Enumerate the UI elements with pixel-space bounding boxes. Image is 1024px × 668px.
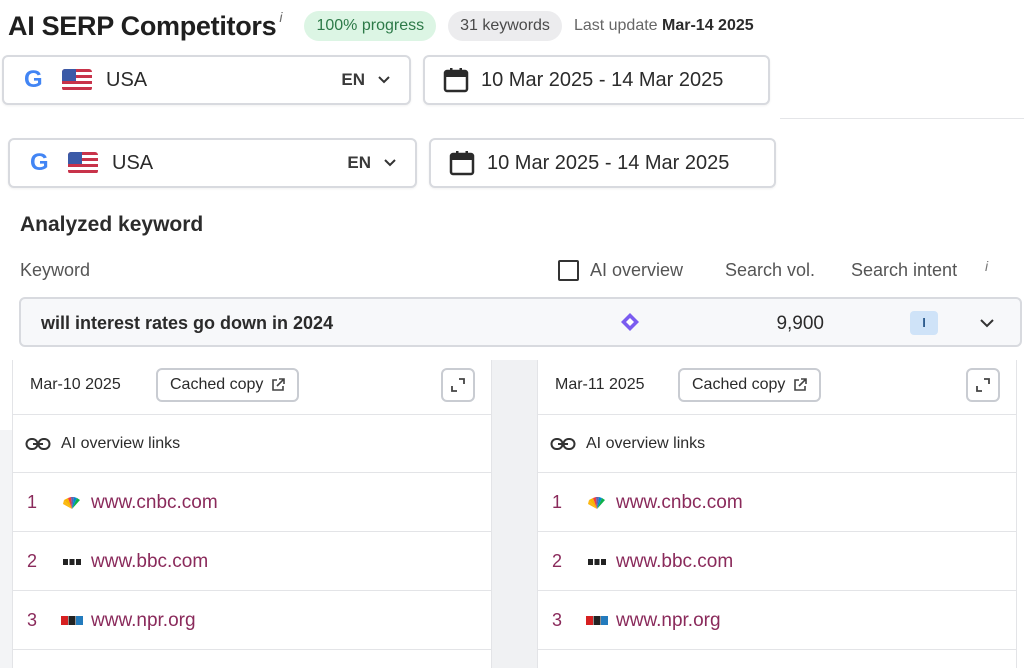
ai-overview-links-label: AI overview links: [586, 435, 706, 452]
external-link-icon: [272, 378, 286, 391]
column-header-search-intent[interactable]: Search intent: [851, 260, 957, 281]
panel-header: Mar-10 2025 Cached copy: [13, 360, 491, 415]
domain-link[interactable]: www.cnbc.com: [616, 492, 743, 514]
page-title: AI SERP Competitors: [8, 10, 277, 41]
domain-link[interactable]: www.npr.org: [91, 610, 196, 632]
domain-link[interactable]: www.bbc.com: [91, 551, 208, 573]
ai-overview-links-label: AI overview links: [61, 435, 181, 452]
country-language-select[interactable]: G USA EN: [2, 55, 411, 105]
divider: [780, 118, 1024, 119]
intent-badge: I: [910, 311, 938, 335]
ai-overview-icon: [621, 313, 639, 331]
rank-number: 2: [27, 551, 38, 571]
date-range-picker[interactable]: 10 Mar 2025 - 14 Mar 2025: [429, 138, 776, 188]
rank-number: 3: [552, 610, 563, 630]
rank-number: 1: [552, 492, 563, 512]
panel-header: Mar-11 2025 Cached copy: [538, 360, 1016, 415]
cnbc-peacock-icon: [61, 495, 83, 511]
date-range-picker[interactable]: 10 Mar 2025 - 14 Mar 2025: [423, 55, 770, 105]
serp-panel: Mar-11 2025 Cached copy AI overview link…: [537, 360, 1017, 668]
rank-number: 1: [27, 492, 38, 512]
domain-link[interactable]: www.npr.org: [616, 610, 721, 632]
country-language-select[interactable]: G USA EN: [8, 138, 417, 188]
keyword-row[interactable]: will interest rates go down in 2024 9,90…: [19, 297, 1022, 347]
date-range-label: 10 Mar 2025 - 14 Mar 2025: [487, 151, 730, 174]
domain-link[interactable]: www.cnbc.com: [91, 492, 218, 514]
keyword-text: will interest rates go down in 2024: [41, 313, 334, 333]
usa-flag-icon: [68, 152, 98, 174]
panel-date: Mar-10 2025: [30, 376, 121, 393]
last-update-value: Mar-14 2025: [662, 17, 754, 34]
last-update-label: Last update: [573, 17, 658, 34]
panel-date: Mar-11 2025: [555, 376, 645, 393]
date-range-label: 10 Mar 2025 - 14 Mar 2025: [481, 68, 724, 91]
rank-number: 2: [552, 551, 563, 571]
bbc-blocks-icon: [586, 554, 608, 570]
language-label: EN: [341, 70, 365, 89]
page-header: AI SERP Competitors i 100% progress 31 k…: [8, 8, 754, 44]
list-item: 1 www.cnbc.com: [13, 474, 491, 532]
info-icon[interactable]: i: [985, 258, 988, 274]
google-icon: G: [30, 149, 49, 176]
npr-blocks-icon: [586, 613, 608, 629]
cached-copy-label: Cached copy: [692, 376, 786, 393]
cnbc-peacock-icon: [586, 495, 608, 511]
domain-link[interactable]: www.bbc.com: [616, 551, 733, 573]
section-title: Analyzed keyword: [20, 213, 204, 236]
npr-blocks-icon: [61, 613, 83, 629]
google-icon: G: [24, 66, 43, 93]
expand-button[interactable]: [966, 368, 1000, 402]
column-header-ai-overview: AI overview: [590, 260, 684, 280]
link-icon: [25, 438, 51, 450]
keywords-count-badge: 31 keywords: [448, 11, 562, 41]
column-header-search-volume[interactable]: Search vol.: [725, 260, 815, 281]
column-header-keyword: Keyword: [20, 260, 91, 280]
cached-copy-button[interactable]: Cached copy: [678, 368, 822, 402]
panel-edge: [0, 430, 12, 668]
external-link-icon: [794, 378, 808, 391]
panel-gutter: [491, 360, 537, 668]
list-item: 1 www.cnbc.com: [538, 474, 1016, 532]
last-update: Last update Mar-14 2025: [574, 17, 754, 35]
calendar-icon: [449, 151, 475, 176]
progress-badge: 100% progress: [304, 11, 437, 41]
chevron-down-icon[interactable]: [979, 315, 995, 331]
bbc-blocks-icon: [61, 554, 83, 570]
country-label: USA: [106, 68, 148, 91]
list-item: 3 www.npr.org: [13, 592, 491, 650]
search-volume-value: 9,900: [776, 313, 824, 334]
chevron-down-icon: [383, 156, 397, 170]
ai-overview-checkbox[interactable]: [558, 260, 579, 281]
cached-copy-label: Cached copy: [170, 376, 264, 393]
cached-copy-button[interactable]: Cached copy: [156, 368, 300, 402]
ai-overview-links-header: AI overview links: [13, 416, 491, 473]
serp-panel: Mar-10 2025 Cached copy AI overview link…: [12, 360, 492, 668]
calendar-icon: [443, 68, 469, 93]
expand-icon: [976, 378, 990, 392]
expand-icon: [451, 378, 465, 392]
rank-number: 3: [27, 610, 38, 630]
list-item: 2 www.bbc.com: [13, 533, 491, 591]
list-item: 2 www.bbc.com: [538, 533, 1016, 591]
language-label: EN: [347, 153, 371, 172]
expand-button[interactable]: [441, 368, 475, 402]
link-icon: [550, 438, 576, 450]
country-label: USA: [112, 151, 154, 174]
ai-overview-links-header: AI overview links: [538, 416, 1016, 473]
info-icon[interactable]: i: [279, 9, 282, 25]
list-item: 3 www.npr.org: [538, 592, 1016, 650]
usa-flag-icon: [62, 69, 92, 91]
chevron-down-icon: [377, 73, 391, 87]
